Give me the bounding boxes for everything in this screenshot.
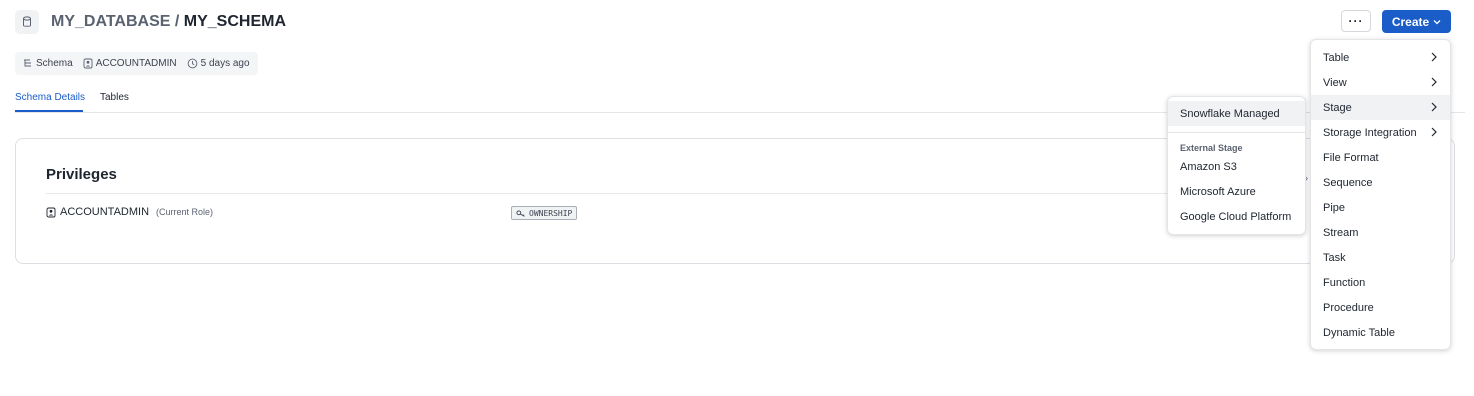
clock-icon bbox=[187, 58, 197, 69]
tab-tables[interactable]: Tables bbox=[100, 92, 129, 103]
meta-age: 5 days ago bbox=[187, 58, 250, 69]
menu-item-stage[interactable]: Stage bbox=[1311, 95, 1450, 120]
menu-item-file-format[interactable]: File Format bbox=[1311, 145, 1450, 170]
menu-item-function[interactable]: Function bbox=[1311, 270, 1450, 295]
chevron-right-icon bbox=[1431, 77, 1437, 87]
create-button-label: Create bbox=[1391, 14, 1430, 29]
menu-item-storage-integration[interactable]: Storage Integration bbox=[1311, 120, 1450, 145]
breadcrumb-database[interactable]: MY_DATABASE bbox=[51, 13, 170, 30]
meta-type-label: Schema bbox=[36, 58, 73, 69]
chevron-right-icon bbox=[1431, 127, 1437, 137]
breadcrumb-schema: MY_SCHEMA bbox=[183, 13, 286, 30]
menu-item-label: Table bbox=[1323, 51, 1350, 64]
privilege-role: ACCOUNTADMIN bbox=[60, 206, 150, 218]
submenu-item-microsoft-azure[interactable]: Microsoft Azure bbox=[1168, 179, 1305, 204]
submenu-item-google-cloud-platform[interactable]: Google Cloud Platform bbox=[1168, 204, 1305, 229]
tab-schema-details[interactable]: Schema Details bbox=[15, 92, 85, 103]
meta-owner-label: ACCOUNTADMIN bbox=[95, 58, 177, 69]
menu-item-procedure[interactable]: Procedure bbox=[1311, 295, 1450, 320]
more-icon: ··· bbox=[1348, 14, 1364, 28]
breadcrumb-separator: / bbox=[170, 13, 184, 30]
privileges-divider bbox=[46, 193, 1306, 194]
page-title: MY_DATABASE / MY_SCHEMA bbox=[51, 13, 286, 31]
menu-item-label: View bbox=[1323, 76, 1347, 89]
privilege-badge: OWNERSHIP bbox=[511, 206, 578, 220]
menu-item-label: Stage bbox=[1323, 101, 1352, 114]
object-meta: Schema ACCOUNTADMIN 5 days ago bbox=[15, 52, 258, 75]
menu-item-sequence[interactable]: Sequence bbox=[1311, 170, 1450, 195]
menu-item-view[interactable]: View bbox=[1311, 70, 1450, 95]
current-role-note: (Current Role) bbox=[156, 207, 214, 217]
create-button[interactable]: Create bbox=[1382, 10, 1451, 33]
privileges-title: Privileges bbox=[46, 166, 117, 183]
menu-item-label: Storage Integration bbox=[1323, 126, 1417, 139]
role-icon bbox=[83, 58, 93, 69]
chevron-down-icon bbox=[1433, 19, 1441, 24]
menu-item-task[interactable]: Task bbox=[1311, 245, 1450, 270]
stage-submenu: Snowflake Managed External Stage Amazon … bbox=[1167, 96, 1306, 235]
submenu-item-amazon-s3[interactable]: Amazon S3 bbox=[1168, 154, 1305, 179]
meta-age-label: 5 days ago bbox=[200, 58, 250, 69]
menu-item-label: Pipe bbox=[1323, 201, 1346, 214]
menu-item-label: Sequence bbox=[1323, 176, 1373, 189]
more-options-button[interactable]: ··· bbox=[1341, 10, 1371, 32]
external-stage-header: External Stage bbox=[1180, 143, 1243, 153]
create-menu: Table View Stage Storage Integration Fil… bbox=[1310, 39, 1451, 350]
menu-item-label: Task bbox=[1323, 251, 1346, 264]
meta-owner: ACCOUNTADMIN bbox=[83, 58, 177, 69]
submenu-item-snowflake-managed[interactable]: Snowflake Managed bbox=[1168, 101, 1305, 126]
menu-item-label: File Format bbox=[1323, 151, 1379, 164]
privilege-badge-label: OWNERSHIP bbox=[529, 208, 573, 218]
role-icon bbox=[46, 207, 56, 217]
database-icon bbox=[15, 10, 39, 34]
menu-item-label: Dynamic Table bbox=[1323, 326, 1395, 339]
chevron-right-icon bbox=[1431, 52, 1437, 62]
schema-icon bbox=[24, 59, 31, 67]
menu-item-dynamic-table[interactable]: Dynamic Table bbox=[1311, 320, 1450, 345]
meta-type: Schema bbox=[23, 58, 73, 69]
key-icon bbox=[516, 209, 525, 217]
privilege-row: ACCOUNTADMIN (Current Role) bbox=[46, 206, 213, 218]
chevron-right-icon bbox=[1431, 102, 1437, 112]
menu-item-label: Function bbox=[1323, 276, 1366, 289]
menu-item-label: Stream bbox=[1323, 226, 1359, 239]
menu-item-pipe[interactable]: Pipe bbox=[1311, 195, 1450, 220]
submenu-divider bbox=[1168, 132, 1305, 133]
menu-item-label: Procedure bbox=[1323, 301, 1374, 314]
menu-item-stream[interactable]: Stream bbox=[1311, 220, 1450, 245]
menu-item-table[interactable]: Table bbox=[1311, 45, 1450, 70]
